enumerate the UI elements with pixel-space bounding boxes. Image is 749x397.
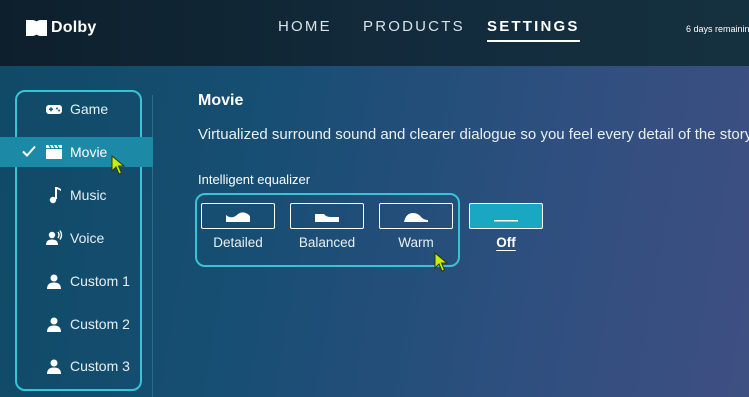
trial-remaining-text: 6 days remaining: [686, 24, 749, 34]
music-note-icon: [49, 187, 61, 204]
clapperboard-icon: [46, 144, 62, 159]
logo-text: Dolby: [51, 19, 97, 36]
user-icon: [47, 359, 61, 374]
sidebar-item-label: Custom 2: [70, 316, 130, 332]
sidebar-item-music[interactable]: Music: [0, 180, 153, 210]
sidebar-item-voice[interactable]: Voice: [0, 223, 153, 253]
dolby-logo-icon: [26, 20, 47, 36]
sidebar-item-game[interactable]: Game: [0, 94, 153, 124]
sidebar-item-custom-2[interactable]: Custom 2: [0, 309, 153, 339]
eq-detailed-icon: [226, 212, 250, 222]
gamepad-icon: [46, 105, 62, 114]
eq-warm-label: Warm: [398, 235, 434, 250]
sidebar-item-label: Custom 3: [70, 358, 130, 374]
user-icon: [47, 317, 61, 332]
voice-icon: [46, 230, 63, 245]
eq-balanced-label: Balanced: [298, 235, 356, 250]
eq-detailed-button[interactable]: [201, 203, 275, 229]
nav-products[interactable]: PRODUCTS: [363, 18, 465, 35]
top-header: Dolby HOME PRODUCTS SETTINGS 6 days rema…: [0, 0, 749, 66]
eq-balanced-button[interactable]: [290, 203, 364, 229]
sidebar-item-label: Music: [70, 187, 107, 203]
mode-description: Virtualized surround sound and clearer d…: [198, 126, 749, 143]
nav-settings[interactable]: SETTINGS: [487, 18, 580, 42]
eq-balanced-icon: [315, 214, 339, 222]
sidebar-item-label: Movie: [70, 144, 108, 160]
sidebar-item-label: Custom 1: [70, 273, 130, 289]
page-title: Movie: [198, 92, 244, 109]
mouse-cursor-icon: [434, 252, 448, 272]
sidebar-item-label: Voice: [70, 230, 105, 246]
eq-detailed-label: Detailed: [213, 235, 263, 250]
user-icon: [47, 274, 61, 289]
sidebar-item-custom-3[interactable]: Custom 3: [0, 351, 153, 381]
eq-off-label[interactable]: Off: [461, 235, 551, 250]
equalizer-label: Intelligent equalizer: [198, 172, 311, 187]
eq-off-button[interactable]: [469, 203, 543, 229]
eq-flat-icon: [494, 220, 518, 222]
nav-home[interactable]: HOME: [278, 18, 332, 35]
checkmark-icon: [22, 145, 36, 157]
sidebar-item-movie[interactable]: Movie: [0, 137, 153, 167]
eq-warm-button[interactable]: [379, 203, 453, 229]
eq-warm-icon: [404, 213, 428, 222]
dolby-logo[interactable]: Dolby: [26, 19, 96, 37]
mouse-cursor-icon: [111, 155, 125, 175]
sidebar-item-custom-1[interactable]: Custom 1: [0, 266, 153, 296]
sidebar-item-label: Game: [70, 101, 109, 117]
